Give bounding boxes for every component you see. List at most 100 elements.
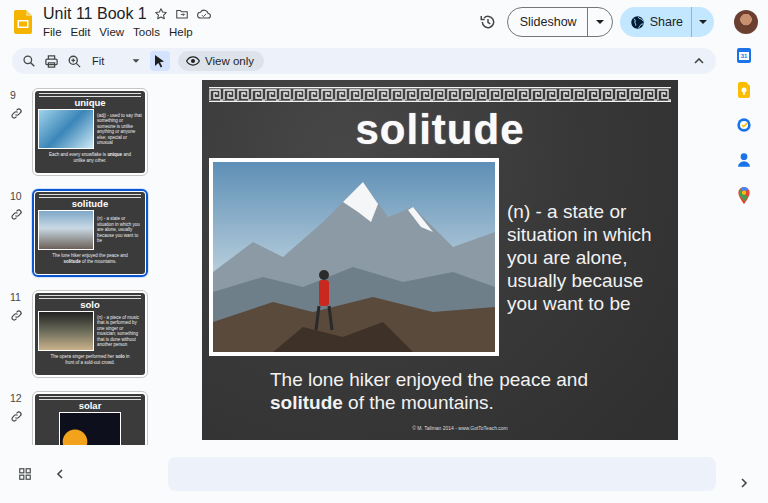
slide-number: 12 <box>10 391 22 405</box>
history-icon-graphic <box>479 13 497 31</box>
collapse-caret-icon[interactable] <box>692 54 706 68</box>
zoom-icon[interactable] <box>67 54 82 69</box>
slide-canvas: solitude (n) - a state or situation in wh… <box>160 74 720 440</box>
slide-thumbnail[interactable]: unique(adj) - used to say that something… <box>32 88 148 176</box>
slide-thumbnail[interactable]: solo(n) - a piece of music that is perfo… <box>32 290 148 378</box>
menu-bar: File Edit View Tools Help <box>43 25 212 40</box>
link-icon <box>10 208 23 221</box>
filmstrip-footer <box>0 445 160 503</box>
account-avatar[interactable] <box>734 10 758 34</box>
mini-title: solitude <box>72 198 108 210</box>
dropdown-arrow-icon[interactable] <box>696 15 710 29</box>
workspace: Fit View only 9unique(adj) - used to say t… <box>0 44 768 503</box>
mini-content: (adj) - used to say that something or so… <box>35 109 145 149</box>
menu-item[interactable]: Edit <box>71 25 91 40</box>
print-icon-graphic <box>44 54 59 69</box>
link-icon <box>10 107 23 120</box>
slide-thumbnail[interactable]: solitude(n) - a state or situation in wh… <box>32 189 148 277</box>
photo-graphic <box>213 162 495 352</box>
slides-logo-icon-graphic <box>14 10 32 34</box>
divider <box>587 8 588 36</box>
slide-list: 9unique(adj) - used to say that somethin… <box>0 74 160 445</box>
slideshow-button[interactable]: Slideshow <box>507 7 613 37</box>
side-panel: 31 <box>720 44 768 503</box>
collapse-chevron-icon-graphic <box>54 468 66 480</box>
globe-icon[interactable] <box>630 15 645 30</box>
mini-picture <box>38 109 94 149</box>
slide-content: (n) - a state or situation in which you … <box>209 158 671 356</box>
share-label[interactable]: Share <box>645 15 691 29</box>
zoom-dropdown-icon[interactable] <box>130 55 142 67</box>
slide-number: 11 <box>10 290 21 304</box>
border-pattern <box>39 93 140 97</box>
zoom-dropdown-icon-graphic <box>130 55 142 67</box>
speaker-notes[interactable] <box>168 457 716 491</box>
print-icon[interactable] <box>44 54 59 69</box>
mini-definition: (adj) - used to say that something or so… <box>97 113 142 146</box>
collapse-chevron-icon[interactable] <box>54 468 66 480</box>
toolbar: Fit View only <box>12 48 716 74</box>
star-icon[interactable] <box>154 7 168 21</box>
collapse-caret-icon-graphic <box>692 54 706 68</box>
mini-picture <box>59 412 121 445</box>
example-part: of the mountains. <box>343 392 494 413</box>
slide-thumbnail-row[interactable]: 10solitude(n) - a state or situation in … <box>0 189 160 277</box>
slideshow-dropdown[interactable] <box>588 15 612 29</box>
mini-picture <box>38 210 94 250</box>
maps-icon[interactable] <box>738 187 750 204</box>
zoom-select[interactable]: Fit <box>90 55 122 67</box>
example-part: The lone hiker enjoyed the peace and <box>52 253 127 258</box>
slide-editor: solitude (n) - a state or situation in wh… <box>160 74 720 503</box>
main-column: Fit View only 9unique(adj) - used to say t… <box>0 44 720 503</box>
mini-slide: solar <box>35 394 145 445</box>
move-folder-icon-graphic <box>175 7 189 21</box>
calendar-icon[interactable]: 31 <box>737 48 751 63</box>
maps-icon-graphic <box>738 187 750 204</box>
mini-slide: unique(adj) - used to say that something… <box>35 91 145 173</box>
link-icon-graphic <box>10 309 23 322</box>
keep-icon-graphic <box>738 82 750 98</box>
history-icon[interactable] <box>479 13 497 31</box>
share-button[interactable]: Share <box>620 7 714 37</box>
move-folder-icon[interactable] <box>175 7 189 21</box>
view-only-label: View only <box>205 55 254 67</box>
menu-item[interactable]: Help <box>169 25 193 40</box>
share-dropdown[interactable] <box>692 15 714 29</box>
select-tool[interactable] <box>150 51 170 71</box>
mini-example: The opera singer performed her solo in f… <box>46 354 134 365</box>
slides-logo-icon[interactable] <box>14 10 32 34</box>
view-only-chip[interactable]: View only <box>178 51 264 71</box>
keep-icon[interactable] <box>738 82 750 98</box>
tasks-icon[interactable] <box>736 117 752 133</box>
dropdown-arrow-icon-graphic <box>593 15 607 29</box>
slide-definition: (n) - a state or situation in which you … <box>507 200 671 315</box>
cursor-icon[interactable] <box>154 54 166 68</box>
menu-item[interactable]: File <box>43 25 62 40</box>
search-icon-graphic <box>22 54 36 68</box>
menu-item[interactable]: View <box>99 25 124 40</box>
cursor-icon-graphic <box>154 54 166 68</box>
slide-thumbnail-row[interactable]: 11 solo(n) - a piece of music that is per… <box>0 290 160 378</box>
expand-chevron-icon[interactable] <box>738 477 750 489</box>
grid-view-icon[interactable] <box>18 467 32 481</box>
slide-thumbnail[interactable]: solar <box>32 391 148 445</box>
divider <box>691 7 692 37</box>
globe-icon-graphic <box>630 15 645 30</box>
cloud-saved-icon[interactable] <box>196 7 212 21</box>
dropdown-arrow-icon[interactable] <box>593 15 607 29</box>
title-row: Unit 11 Book 1 <box>43 4 212 24</box>
mini-picture <box>38 311 94 351</box>
example-part: The opera singer performed her <box>51 354 116 359</box>
grid-view-icon-graphic <box>18 467 32 481</box>
slide-thumbnail-row[interactable]: 9unique(adj) - used to say that somethin… <box>0 88 160 176</box>
slide-thumbnail-row[interactable]: 12 solar <box>0 391 160 445</box>
example-part: solitude <box>270 392 343 413</box>
title-column: Unit 11 Book 1File Edit View Tools Help <box>43 4 212 40</box>
mini-example: The lone hiker enjoyed the peace and sol… <box>46 253 134 264</box>
mini-definition: (n) - a piece of music that is performed… <box>97 315 142 348</box>
search-icon[interactable] <box>22 54 36 68</box>
slideshow-label[interactable]: Slideshow <box>508 15 587 29</box>
menu-item[interactable]: Tools <box>133 25 160 40</box>
document-title[interactable]: Unit 11 Book 1 <box>43 4 147 24</box>
contacts-icon[interactable] <box>737 152 751 168</box>
